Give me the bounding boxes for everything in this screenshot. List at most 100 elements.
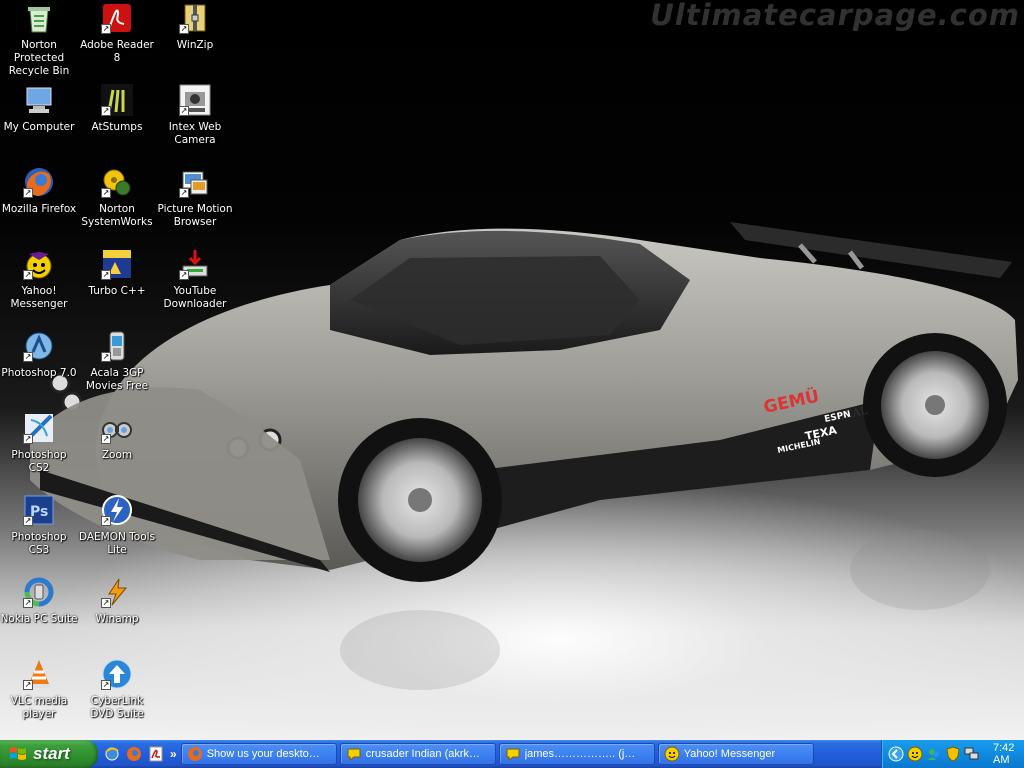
winamp-icon: ↗ bbox=[101, 576, 133, 608]
webcam-icon: ↗ bbox=[179, 84, 211, 116]
network-icon[interactable] bbox=[964, 746, 980, 762]
desktop-icon-photoshop-cs3[interactable]: Ps ↗ Photoshop CS3 bbox=[0, 494, 78, 557]
shortcut-arrow-icon: ↗ bbox=[179, 106, 189, 116]
task-label: Yahoo! Messenger bbox=[683, 748, 776, 760]
recycle-bin-icon bbox=[23, 2, 55, 34]
expand-tray-icon[interactable] bbox=[888, 746, 904, 762]
daemon-tools-icon: ↗ bbox=[101, 494, 133, 526]
desktop-icon-label: CyberLink DVD Suite bbox=[90, 695, 144, 720]
desktop-icon-photoshop7[interactable]: ↗ Photoshop 7.0 bbox=[0, 330, 78, 380]
shortcut-arrow-icon: ↗ bbox=[101, 680, 111, 690]
shortcut-arrow-icon: ↗ bbox=[23, 598, 33, 608]
yahoo-messenger-icon: ↗ bbox=[23, 248, 55, 280]
clock[interactable]: 7:42 AM bbox=[993, 742, 1024, 766]
desktop-icon-picture-motion-browser[interactable]: ↗ Picture Motion Browser bbox=[156, 166, 234, 229]
photoshop7-icon: ↗ bbox=[23, 330, 55, 362]
task-button-chat-crusader[interactable]: crusader Indian (akrk… bbox=[339, 743, 496, 765]
desktop-icon-label: Intex Web Camera bbox=[168, 121, 222, 146]
chat-icon bbox=[347, 748, 361, 761]
desktop-icon-label: Yahoo! Messenger bbox=[10, 285, 68, 310]
desktop-icon-label: AtStumps bbox=[91, 121, 143, 133]
desktop-icon-acala-3gp[interactable]: ↗ Acala 3GP Movies Free bbox=[78, 330, 156, 393]
shortcut-arrow-icon: ↗ bbox=[101, 434, 111, 444]
acala-3gp-icon: ↗ bbox=[101, 330, 133, 362]
yahoo-smiley-icon[interactable] bbox=[907, 746, 923, 762]
shortcut-arrow-icon: ↗ bbox=[179, 270, 189, 280]
desktop-icon-label: Picture Motion Browser bbox=[157, 203, 233, 228]
shortcut-arrow-icon: ↗ bbox=[23, 434, 33, 444]
start-label: start bbox=[33, 744, 70, 763]
task-label: Show us your deskto… bbox=[206, 748, 320, 760]
desktop-icon-label: Zoom bbox=[101, 449, 133, 461]
desktop-icon-cyberlink-dvd[interactable]: ↗ CyberLink DVD Suite bbox=[78, 658, 156, 721]
shortcut-arrow-icon: ↗ bbox=[23, 270, 33, 280]
vlc-icon: ↗ bbox=[23, 658, 55, 690]
shortcut-arrow-icon: ↗ bbox=[23, 188, 33, 198]
shortcut-arrow-icon: ↗ bbox=[101, 24, 111, 34]
desktop-icon-nokia-pc-suite[interactable]: ↗ Nokia PC Suite bbox=[0, 576, 78, 626]
chat-icon bbox=[506, 748, 520, 761]
windows-flag-icon bbox=[10, 747, 26, 760]
ie-icon[interactable] bbox=[104, 746, 120, 762]
shield-icon[interactable] bbox=[945, 746, 961, 762]
desktop-icon-vlc[interactable]: ↗ VLC media player bbox=[0, 658, 78, 721]
desktop-icon-label: DAEMON Tools Lite bbox=[78, 531, 156, 556]
desktop-icon-firefox[interactable]: ↗ Mozilla Firefox bbox=[0, 166, 78, 216]
task-button-chat-james[interactable]: james…………….. (j… bbox=[498, 743, 655, 765]
shortcut-arrow-icon: ↗ bbox=[23, 680, 33, 690]
desktop-icon-photoshop-cs2[interactable]: ↗ Photoshop CS2 bbox=[0, 412, 78, 475]
cyberlink-dvd-icon: ↗ bbox=[101, 658, 133, 690]
desktop-icon-adobe-reader[interactable]: ↗ Adobe Reader 8 bbox=[78, 2, 156, 65]
desktop-icon-label: Adobe Reader 8 bbox=[80, 39, 154, 64]
desktop-icon-label: Photoshop CS2 bbox=[11, 449, 67, 474]
start-button[interactable]: start bbox=[0, 740, 98, 768]
shortcut-arrow-icon: ↗ bbox=[179, 188, 189, 198]
my-computer-icon bbox=[23, 84, 55, 116]
desktop-icon-label: Mozilla Firefox bbox=[1, 203, 77, 215]
firefox-quicklaunch-icon[interactable] bbox=[126, 746, 142, 762]
desktop-icon-label: Acala 3GP Movies Free bbox=[85, 367, 149, 392]
wallpaper-watermark: Ultimatecarpage.com bbox=[650, 0, 1020, 32]
desktop-icon-youtube-downloader[interactable]: ↗ YouTube Downloader bbox=[156, 248, 234, 311]
desktop-icon-label: VLC media player bbox=[10, 695, 68, 720]
desktop-icon-zoom[interactable]: ↗ Zoom bbox=[78, 412, 156, 462]
desktop-icon-label: Turbo C++ bbox=[88, 285, 146, 297]
adobe-reader-icon: ↗ bbox=[101, 2, 133, 34]
shortcut-arrow-icon: ↗ bbox=[101, 598, 111, 608]
task-label: crusader Indian (akrk… bbox=[365, 748, 481, 760]
quick-launch: » bbox=[98, 740, 181, 768]
desktop-icon-daemon-tools[interactable]: ↗ DAEMON Tools Lite bbox=[78, 494, 156, 557]
yahoo-icon bbox=[664, 746, 680, 762]
desktop-icon-yahoo-messenger[interactable]: ↗ Yahoo! Messenger bbox=[0, 248, 78, 311]
desktop-icon-label: Photoshop CS3 bbox=[11, 531, 67, 556]
winzip-icon: ↗ bbox=[179, 2, 211, 34]
task-button-firefox[interactable]: Show us your deskto… bbox=[180, 743, 337, 765]
desktop-icon-norton-systemworks[interactable]: ↗ Norton SystemWorks bbox=[78, 166, 156, 229]
photoshop-cs3-icon: Ps ↗ bbox=[23, 494, 55, 526]
quick-launch-more-button[interactable]: » bbox=[170, 747, 177, 761]
picture-motion-browser-icon: ↗ bbox=[179, 166, 211, 198]
desktop-icon-label: Norton SystemWorks bbox=[81, 203, 153, 228]
desktop-icon-my-computer[interactable]: My Computer bbox=[0, 84, 78, 134]
desktop-icon-turbo-cpp[interactable]: ↗ Turbo C++ bbox=[78, 248, 156, 298]
desktop-icon-winamp[interactable]: ↗ Winamp bbox=[78, 576, 156, 626]
desktop-icon-winzip[interactable]: ↗ WinZip bbox=[156, 2, 234, 52]
acrobat-icon[interactable] bbox=[148, 746, 164, 762]
shortcut-arrow-icon: ↗ bbox=[101, 188, 111, 198]
desktop-icon-label: Norton Protected Recycle Bin bbox=[8, 39, 70, 77]
shortcut-arrow-icon: ↗ bbox=[23, 516, 33, 526]
desktop-icon-recycle-bin[interactable]: Norton Protected Recycle Bin bbox=[0, 2, 78, 78]
desktop-icon-label: Photoshop 7.0 bbox=[1, 367, 77, 379]
firefox-icon: ↗ bbox=[23, 166, 55, 198]
desktop-icon-webcam[interactable]: ↗ Intex Web Camera bbox=[156, 84, 234, 147]
desktop-icon-label: YouTube Downloader bbox=[163, 285, 227, 310]
shortcut-arrow-icon: ↗ bbox=[101, 516, 111, 526]
shortcut-arrow-icon: ↗ bbox=[101, 270, 111, 280]
youtube-downloader-icon: ↗ bbox=[179, 248, 211, 280]
firefox-icon bbox=[187, 747, 202, 761]
desktop-icon-atstumps[interactable]: ↗ AtStumps bbox=[78, 84, 156, 134]
turbo-cpp-icon: ↗ bbox=[101, 248, 133, 280]
task-button-yahoo-messenger[interactable]: Yahoo! Messenger bbox=[657, 743, 814, 765]
messenger-icon[interactable] bbox=[926, 746, 942, 762]
photoshop-cs2-icon: ↗ bbox=[23, 412, 55, 444]
